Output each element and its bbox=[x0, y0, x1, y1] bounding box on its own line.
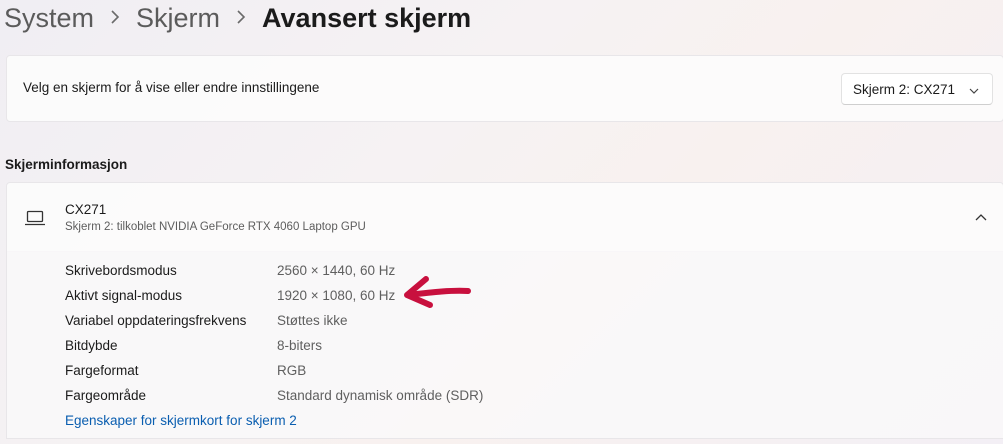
display-select-label: Velg en skjerm for å vise eller endre in… bbox=[23, 80, 320, 95]
breadcrumb-display[interactable]: Skjerm bbox=[136, 3, 220, 34]
detail-value: 1920 × 1080, 60 Hz bbox=[277, 288, 396, 303]
chevron-up-icon[interactable] bbox=[971, 209, 991, 227]
monitor-header[interactable]: CX271 Skjerm 2: tilkoblet NVIDIA GeForce… bbox=[6, 182, 1003, 252]
chevron-down-icon bbox=[968, 84, 980, 94]
laptop-icon bbox=[24, 209, 46, 227]
detail-key: Skrivebordsmodus bbox=[65, 263, 177, 278]
detail-key: Fargeområde bbox=[65, 388, 147, 403]
page-title: Avansert skjerm bbox=[262, 2, 472, 33]
chevron-right-icon bbox=[236, 8, 246, 29]
red-arrow-annotation bbox=[404, 276, 471, 308]
section-title: Skjerminformasjon bbox=[5, 157, 128, 172]
detail-value: 2560 × 1440, 60 Hz bbox=[277, 263, 396, 278]
detail-value: 8-biters bbox=[277, 338, 323, 353]
advanced-display-page: System Skjerm Avansert skjerm Velg en sk… bbox=[0, 0, 1003, 444]
detail-value: Standard dynamisk område (SDR) bbox=[277, 388, 484, 403]
display-dropdown-value: Skjerm 2: CX271 bbox=[853, 81, 956, 97]
chevron-right-icon bbox=[110, 8, 120, 29]
display-dropdown[interactable]: Skjerm 2: CX271 bbox=[841, 73, 993, 105]
detail-key: Variabel oppdateringsfrekvens bbox=[65, 313, 247, 328]
display-select-card: Velg en skjerm for å vise eller endre in… bbox=[6, 55, 1003, 122]
detail-value: Støttes ikke bbox=[277, 313, 348, 328]
monitor-subtitle: Skjerm 2: tilkoblet NVIDIA GeForce RTX 4… bbox=[65, 221, 366, 233]
breadcrumb-system[interactable]: System bbox=[4, 3, 94, 34]
detail-value: RGB bbox=[277, 363, 307, 378]
monitor-details: Skrivebordsmodus 2560 × 1440, 60 Hz Akti… bbox=[6, 251, 1003, 439]
monitor-name: CX271 bbox=[65, 202, 107, 217]
detail-key: Fargeformat bbox=[65, 363, 139, 378]
display-adapter-properties-link[interactable]: Egenskaper for skjermkort for skjerm 2 bbox=[65, 413, 297, 428]
detail-key: Bitdybde bbox=[65, 338, 118, 353]
detail-key: Aktivt signal-modus bbox=[65, 288, 183, 303]
breadcrumb: System Skjerm Avansert skjerm bbox=[4, 0, 471, 36]
